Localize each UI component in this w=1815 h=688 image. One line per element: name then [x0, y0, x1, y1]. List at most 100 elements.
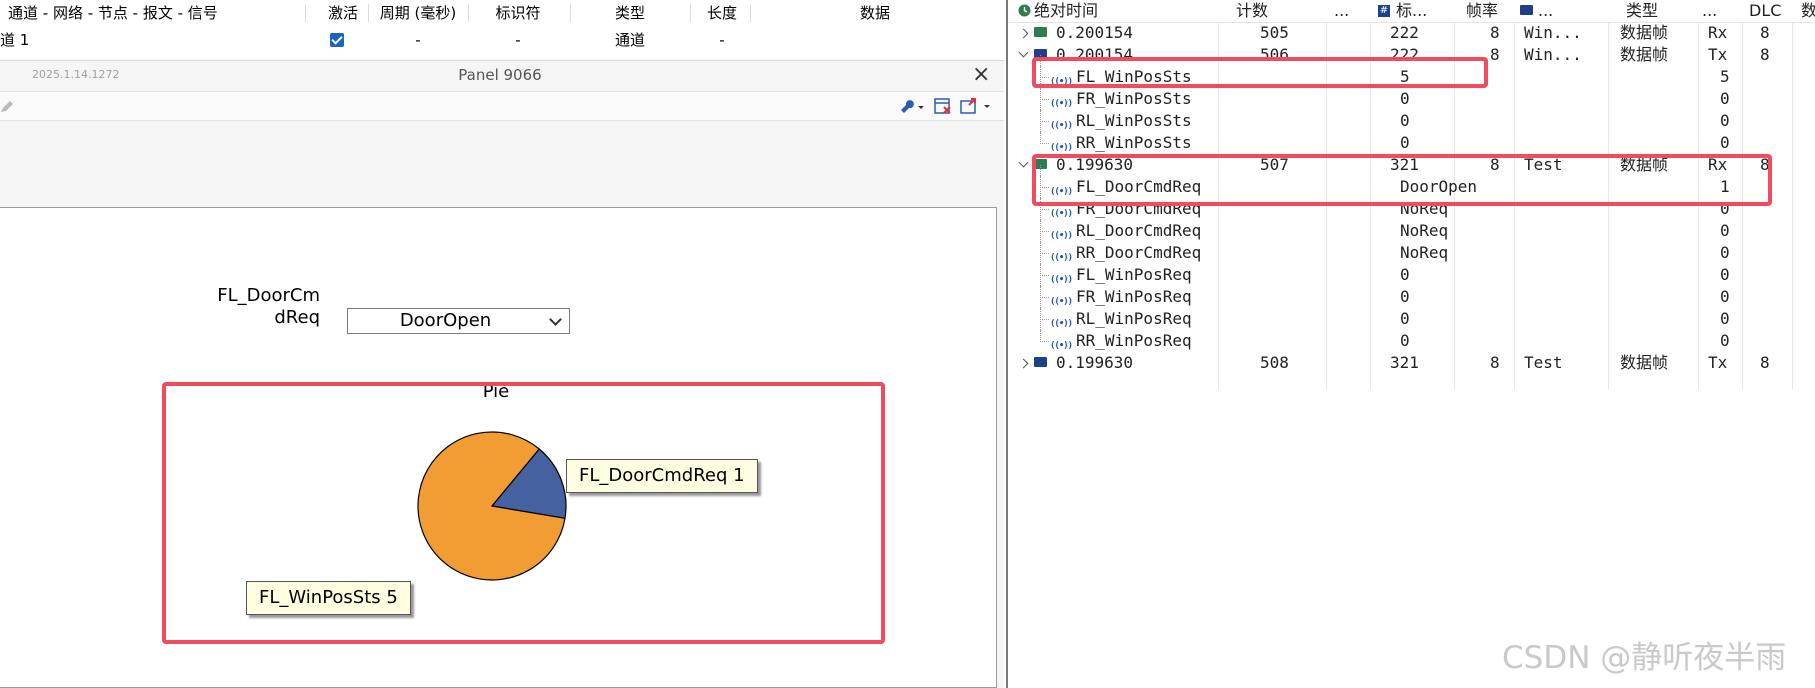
signal-name: RL_DoorCmdReq [1076, 221, 1202, 240]
signal-name: FR_WinPosSts [1076, 89, 1192, 108]
col-header-length[interactable]: 长度 [694, 0, 750, 26]
tree-connector [1040, 275, 1041, 286]
wrench-icon[interactable] [898, 98, 926, 114]
chevron-right-icon[interactable] [1018, 28, 1029, 39]
msg-id: 222 [1390, 23, 1419, 42]
signal-name: RR_DoorCmdReq [1076, 243, 1202, 262]
tree-connector [1040, 297, 1041, 308]
panel-toolbar [0, 92, 1004, 121]
layout-delete-icon[interactable] [934, 97, 954, 115]
signal-raw: 0 [1720, 221, 1730, 240]
signal-name: RL_WinPosReq [1076, 309, 1192, 328]
close-icon[interactable]: × [972, 62, 990, 87]
signal-value: 0 [1400, 331, 1410, 350]
msg-rate: 8 [1490, 353, 1500, 372]
signal-value: 0 [1400, 89, 1410, 108]
msg-time: 0.199630 [1056, 353, 1134, 372]
message-row[interactable]: 0.200154 505 222 8 Win... 数据帧 Rx 8 [1008, 22, 1815, 44]
tree-connector [1040, 88, 1049, 100]
row-length: - [719, 31, 725, 49]
tree-connector [1040, 286, 1049, 298]
signal-raw: 0 [1720, 265, 1730, 284]
col-header-type[interactable]: 类型 [580, 0, 680, 26]
layout-export-icon[interactable] [960, 97, 994, 115]
signal-name: RL_WinPosSts [1076, 111, 1192, 130]
signal-name: FL_WinPosReq [1076, 265, 1192, 284]
signal-row[interactable]: ((•)) RR_WinPosReq 0 0 [1008, 319, 1815, 352]
signal-row[interactable]: ((•)) FR_WinPosReq 0 0 [1008, 275, 1815, 308]
signal-raw: 0 [1720, 287, 1730, 306]
row-type: 通道 [614, 31, 645, 49]
highlight-box-doorcmd [1032, 154, 1772, 206]
tree-connector [1040, 264, 1049, 276]
row-name: 道 1 [0, 31, 30, 49]
msg-time: 0.200154 [1056, 23, 1134, 42]
tree-connector [1040, 253, 1041, 264]
tree-connector [1040, 231, 1041, 242]
col-header-data[interactable]: 数据 [760, 0, 990, 26]
chevron-down-icon[interactable] [1018, 157, 1029, 168]
row-period: - [415, 31, 421, 49]
signal-name: RR_WinPosReq [1076, 331, 1192, 350]
tree-connector [1040, 110, 1049, 122]
signal-row[interactable]: ((•)) RR_DoorCmdReq NoReq 0 [1008, 231, 1815, 264]
tree-connector [1040, 242, 1049, 254]
signal-name: FR_WinPosReq [1076, 287, 1192, 306]
panel-title: Panel 9066 [458, 66, 542, 84]
grid-row-channel[interactable]: 道 1 - - 通道 - [0, 27, 1004, 53]
signal-raw: 0 [1720, 331, 1730, 350]
pencil-icon[interactable] [0, 100, 14, 114]
chevron-right-icon[interactable] [1018, 358, 1029, 369]
signal-value: 0 [1400, 133, 1410, 152]
message-row[interactable]: 0.199630 508 321 8 Test 数据帧 Tx 8 [1008, 352, 1815, 374]
signal-raw: 5 [1720, 67, 1730, 86]
signal-row[interactable]: ((•)) RL_WinPosSts 0 0 [1008, 99, 1815, 132]
col-header-path[interactable]: 通道 - 网络 - 节点 - 报文 - 信号 [8, 0, 298, 26]
door-cmd-combobox[interactable]: DoorOpen [347, 308, 570, 334]
combo-value: DoorOpen [399, 310, 492, 331]
signal-row[interactable]: ((•)) RL_WinPosReq 0 0 [1008, 297, 1815, 330]
panel-window: 2025.1.14.1272 Panel 9066 × FL_DoorCm dR… [0, 61, 1004, 688]
panel-title-bar[interactable]: 2025.1.14.1272 Panel 9066 × [0, 61, 1004, 92]
signal-raw: 0 [1720, 133, 1730, 152]
chevron-down-icon[interactable] [549, 313, 562, 326]
signal-row[interactable]: ((•)) RL_DoorCmdReq NoReq 0 [1008, 209, 1815, 242]
msg-name: Win... [1524, 45, 1582, 64]
chevron-down-icon[interactable] [1018, 47, 1029, 58]
msg-name: Test [1524, 353, 1563, 372]
tree-connector [1040, 330, 1049, 342]
watermark: CSDN @静听夜半雨 [1502, 640, 1787, 676]
signal-raw: 0 [1720, 309, 1730, 328]
envelope-icon [1034, 357, 1047, 367]
signal-name: RR_WinPosSts [1076, 133, 1192, 152]
tree-connector [1040, 220, 1049, 232]
msg-id: 321 [1390, 353, 1419, 372]
envelope-icon [1034, 27, 1047, 37]
signal-value: 0 [1400, 309, 1410, 328]
signal-row[interactable]: ((•)) FR_WinPosSts 0 0 [1008, 77, 1815, 110]
col-header-period[interactable]: 周期 (毫秒) [372, 0, 464, 26]
tree-connector [1040, 308, 1049, 320]
trace-window: 绝对时间 计数 ... # 标... 帧率 ... 类型 ... DLC 数 0… [1006, 0, 1815, 688]
msg-rate: 8 [1490, 45, 1500, 64]
combo-label: FL_DoorCm dReq [204, 285, 320, 329]
signal-raw: 0 [1720, 111, 1730, 130]
col-header-active[interactable]: 激活 [318, 0, 368, 26]
combo-label-line2: dReq [274, 307, 320, 328]
signal-row[interactable]: ((•)) FL_WinPosReq 0 0 [1008, 253, 1815, 286]
msg-dlc: 8 [1760, 45, 1770, 64]
signal-value: 0 [1400, 287, 1410, 306]
tree-connector [1040, 209, 1041, 220]
highlight-box-winpos [1032, 57, 1488, 88]
msg-rate: 8 [1490, 23, 1500, 42]
active-checkbox[interactable] [330, 33, 344, 47]
trace-body: 0.200154 505 222 8 Win... 数据帧 Rx 8 0.200154 506 22… [1008, 0, 1815, 688]
msg-type: 数据帧 [1620, 353, 1669, 372]
col-header-id[interactable]: 标识符 [472, 0, 564, 26]
signal-grid: 通道 - 网络 - 节点 - 报文 - 信号 激活 周期 (毫秒) 标识符 类型… [0, 0, 1004, 61]
msg-dlc: 8 [1760, 23, 1770, 42]
signal-row[interactable]: ((•)) RR_WinPosSts 0 0 [1008, 121, 1815, 154]
msg-count: 508 [1260, 353, 1289, 372]
highlight-box-pie [162, 382, 885, 644]
combo-label-line1: FL_DoorCm [217, 285, 320, 306]
